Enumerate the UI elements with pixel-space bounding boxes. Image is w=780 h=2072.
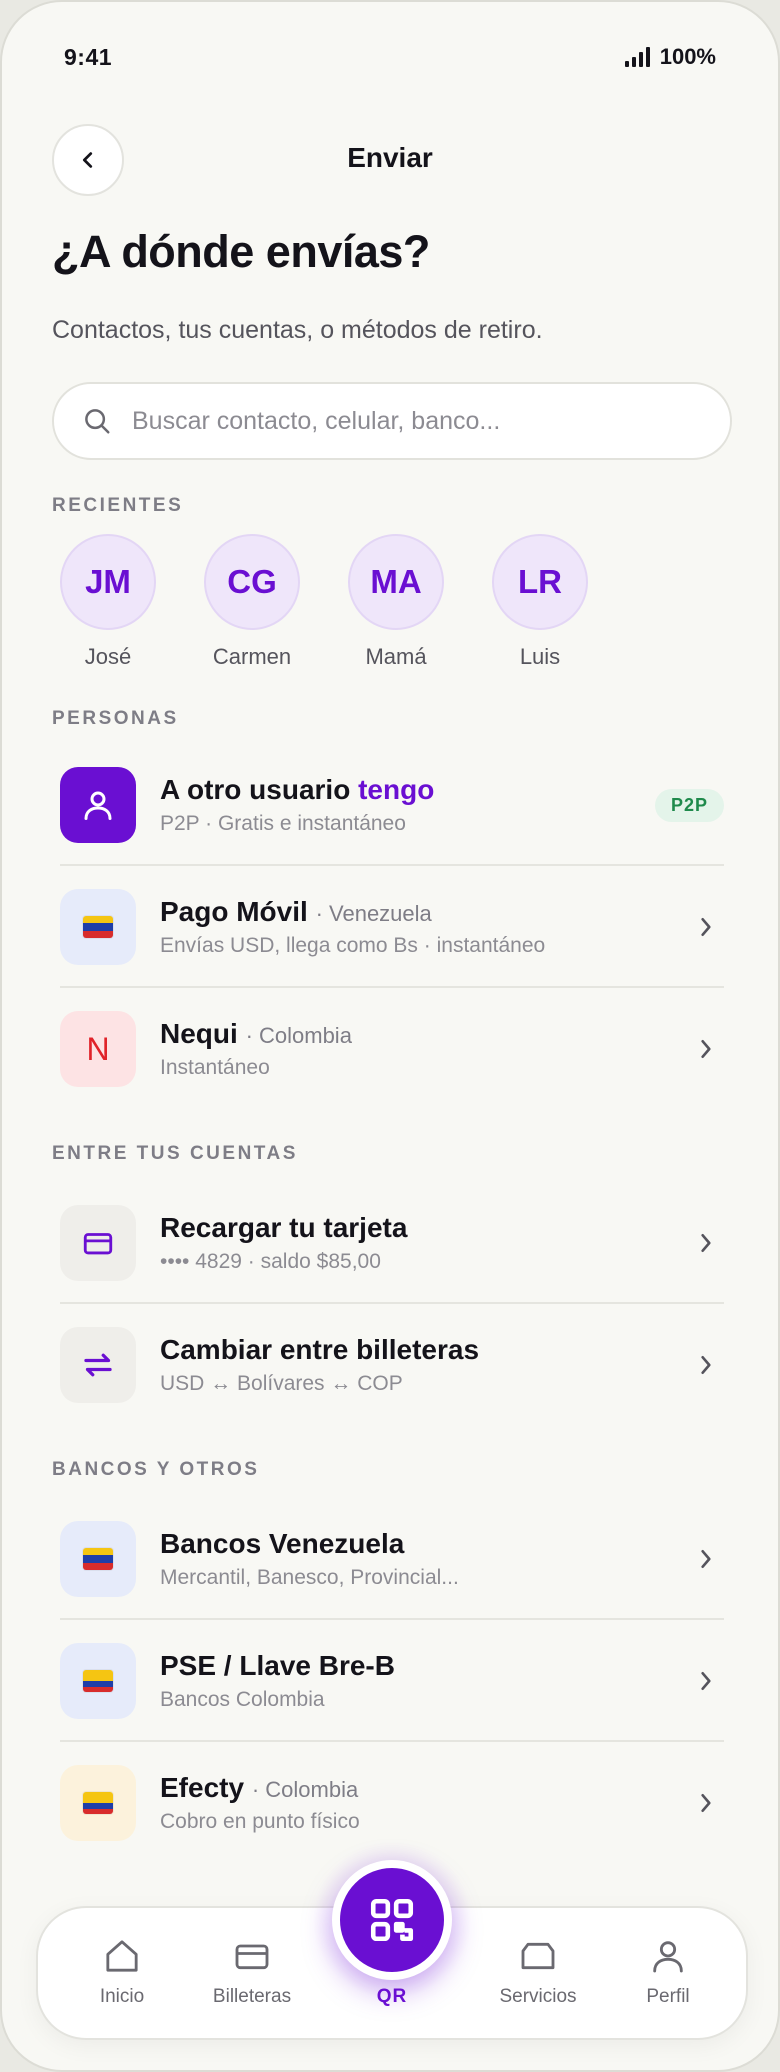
status-bar: 9:41 100% <box>64 42 716 72</box>
row-subtitle: USD ↔ Bolívares ↔ COP <box>160 1372 403 1395</box>
row-title: Bancos Venezuela <box>160 1528 405 1559</box>
qr-code-icon <box>370 1898 414 1942</box>
tab-label: Inicio <box>99 1986 145 2007</box>
list-item-nequi[interactable]: N Nequi · Colombia Instantáneo <box>60 988 724 1110</box>
avatar: JM <box>60 534 156 630</box>
row-title: Recargar tu tarjeta <box>160 1212 408 1243</box>
tab-label-qr: QR <box>376 1986 408 2007</box>
credit-card-icon <box>83 1233 113 1255</box>
recent-contact-name: Mamá <box>365 644 427 669</box>
recent-contact-name: José <box>84 644 132 669</box>
venezuela-flag-icon <box>83 916 113 938</box>
list-item-bancos-venezuela[interactable]: Bancos Venezuela Mercantil, Banesco, Pro… <box>60 1498 724 1620</box>
row-subtitle: Cobro en punto físico <box>160 1810 360 1833</box>
chevron-right-icon <box>694 1547 718 1571</box>
row-title: A otro usuario <box>160 774 351 805</box>
wallet-icon <box>235 1944 269 1970</box>
section-label-bancos: BANCOS Y OTROS <box>52 1459 260 1480</box>
chevron-right-icon <box>694 1791 718 1815</box>
header-title: Enviar <box>347 142 433 173</box>
recents-list: JM José CG Carmen MA Mamá LR Luis <box>60 534 588 670</box>
tab-label: Servicios <box>499 1986 577 2007</box>
row-subtitle: Instantáneo <box>160 1056 270 1079</box>
chevron-right-icon <box>694 1669 718 1693</box>
profile-icon <box>653 1941 683 1973</box>
row-subtitle: Envías USD, llega como Bs · instantáneo <box>160 934 546 957</box>
row-country: · Colombia <box>251 1777 359 1802</box>
qr-button[interactable] <box>332 1860 452 1980</box>
recent-contact-name: Carmen <box>212 644 292 669</box>
tab-billeteras[interactable]: Billeteras <box>192 1936 312 2008</box>
recent-contact-jose[interactable]: JM José <box>60 534 156 670</box>
row-title: Cambiar entre billeteras <box>160 1334 480 1365</box>
home-icon <box>106 1940 138 1972</box>
row-subtitle: P2P · Gratis e instantáneo <box>160 812 406 835</box>
row-title: Nequi <box>160 1018 238 1049</box>
row-title: Efecty <box>160 1772 245 1803</box>
row-title: PSE / Llave Bre-B <box>160 1650 395 1681</box>
tab-label: Billeteras <box>212 1986 292 2007</box>
avatar: CG <box>204 534 300 630</box>
list-item-recargar-tarjeta[interactable]: Recargar tu tarjeta •••• 4829 · saldo $8… <box>60 1182 724 1304</box>
search-input[interactable] <box>132 406 692 436</box>
row-country: · Venezuela <box>315 901 432 926</box>
services-icon <box>521 1942 555 1970</box>
avatar: LR <box>492 534 588 630</box>
tab-perfil[interactable]: Perfil <box>608 1936 728 2008</box>
tab-servicios[interactable]: Servicios <box>478 1936 598 2008</box>
recent-contact-luis[interactable]: LR Luis <box>492 534 588 670</box>
user-icon <box>84 791 112 820</box>
swap-arrows-icon <box>84 1353 112 1377</box>
section-label-recientes: RECIENTES <box>52 495 184 516</box>
chevron-left-icon <box>82 152 93 168</box>
chevron-right-icon <box>694 1037 718 1061</box>
colombia-flag-icon <box>83 1792 113 1814</box>
list-item-cambiar-billeteras[interactable]: Cambiar entre billeteras USD ↔ Bolívares… <box>60 1304 724 1426</box>
chevron-right-icon <box>694 1353 718 1377</box>
page-title: ¿A dónde envías? <box>52 226 430 277</box>
row-subtitle: •••• 4829 · saldo $85,00 <box>160 1250 381 1273</box>
back-button[interactable] <box>52 124 124 196</box>
row-country: · Colombia <box>245 1023 352 1048</box>
search-bar[interactable] <box>52 382 732 460</box>
recent-contact-name: Luis <box>519 644 561 669</box>
list-item-otro-usuario[interactable]: A otro usuario tengo P2P · Gratis e inst… <box>60 744 724 866</box>
section-label-personas: PERSONAS <box>52 708 179 729</box>
page-subtitle: Contactos, tus cuentas, o métodos de ret… <box>52 316 543 344</box>
chevron-right-icon <box>694 915 718 939</box>
recent-contact-mama[interactable]: MA Mamá <box>348 534 444 670</box>
avatar: MA <box>348 534 444 630</box>
chevron-right-icon <box>694 1231 718 1255</box>
colombia-flag-icon <box>83 1670 113 1692</box>
list-item-pago-movil[interactable]: Pago Móvil · Venezuela Envías USD, llega… <box>60 866 724 988</box>
search-icon <box>85 409 110 434</box>
battery-level: 100% <box>659 44 716 69</box>
list-item-pse[interactable]: PSE / Llave Bre-B Bancos Colombia <box>60 1620 724 1742</box>
p2p-badge: P2P <box>654 788 724 822</box>
row-subtitle: Bancos Colombia <box>160 1688 325 1711</box>
brand-name: tengo <box>358 774 435 805</box>
section-label-entre-cuentas: ENTRE TUS CUENTAS <box>52 1143 298 1164</box>
nequi-logo-icon: N <box>86 1030 110 1067</box>
signal-icon <box>624 47 650 67</box>
status-time: 9:41 <box>64 43 113 70</box>
recent-contact-carmen[interactable]: CG Carmen <box>204 534 300 670</box>
phone-screen: 9:41 100% Enviar ¿A dónde envías? Contac… <box>0 0 780 2072</box>
tab-inicio[interactable]: Inicio <box>62 1936 182 2008</box>
tab-label: Perfil <box>646 1986 690 2007</box>
row-subtitle: Mercantil, Banesco, Provincial... <box>160 1566 459 1589</box>
row-title: Pago Móvil <box>160 896 308 927</box>
venezuela-flag-icon <box>83 1548 113 1570</box>
header: Enviar <box>52 124 728 196</box>
